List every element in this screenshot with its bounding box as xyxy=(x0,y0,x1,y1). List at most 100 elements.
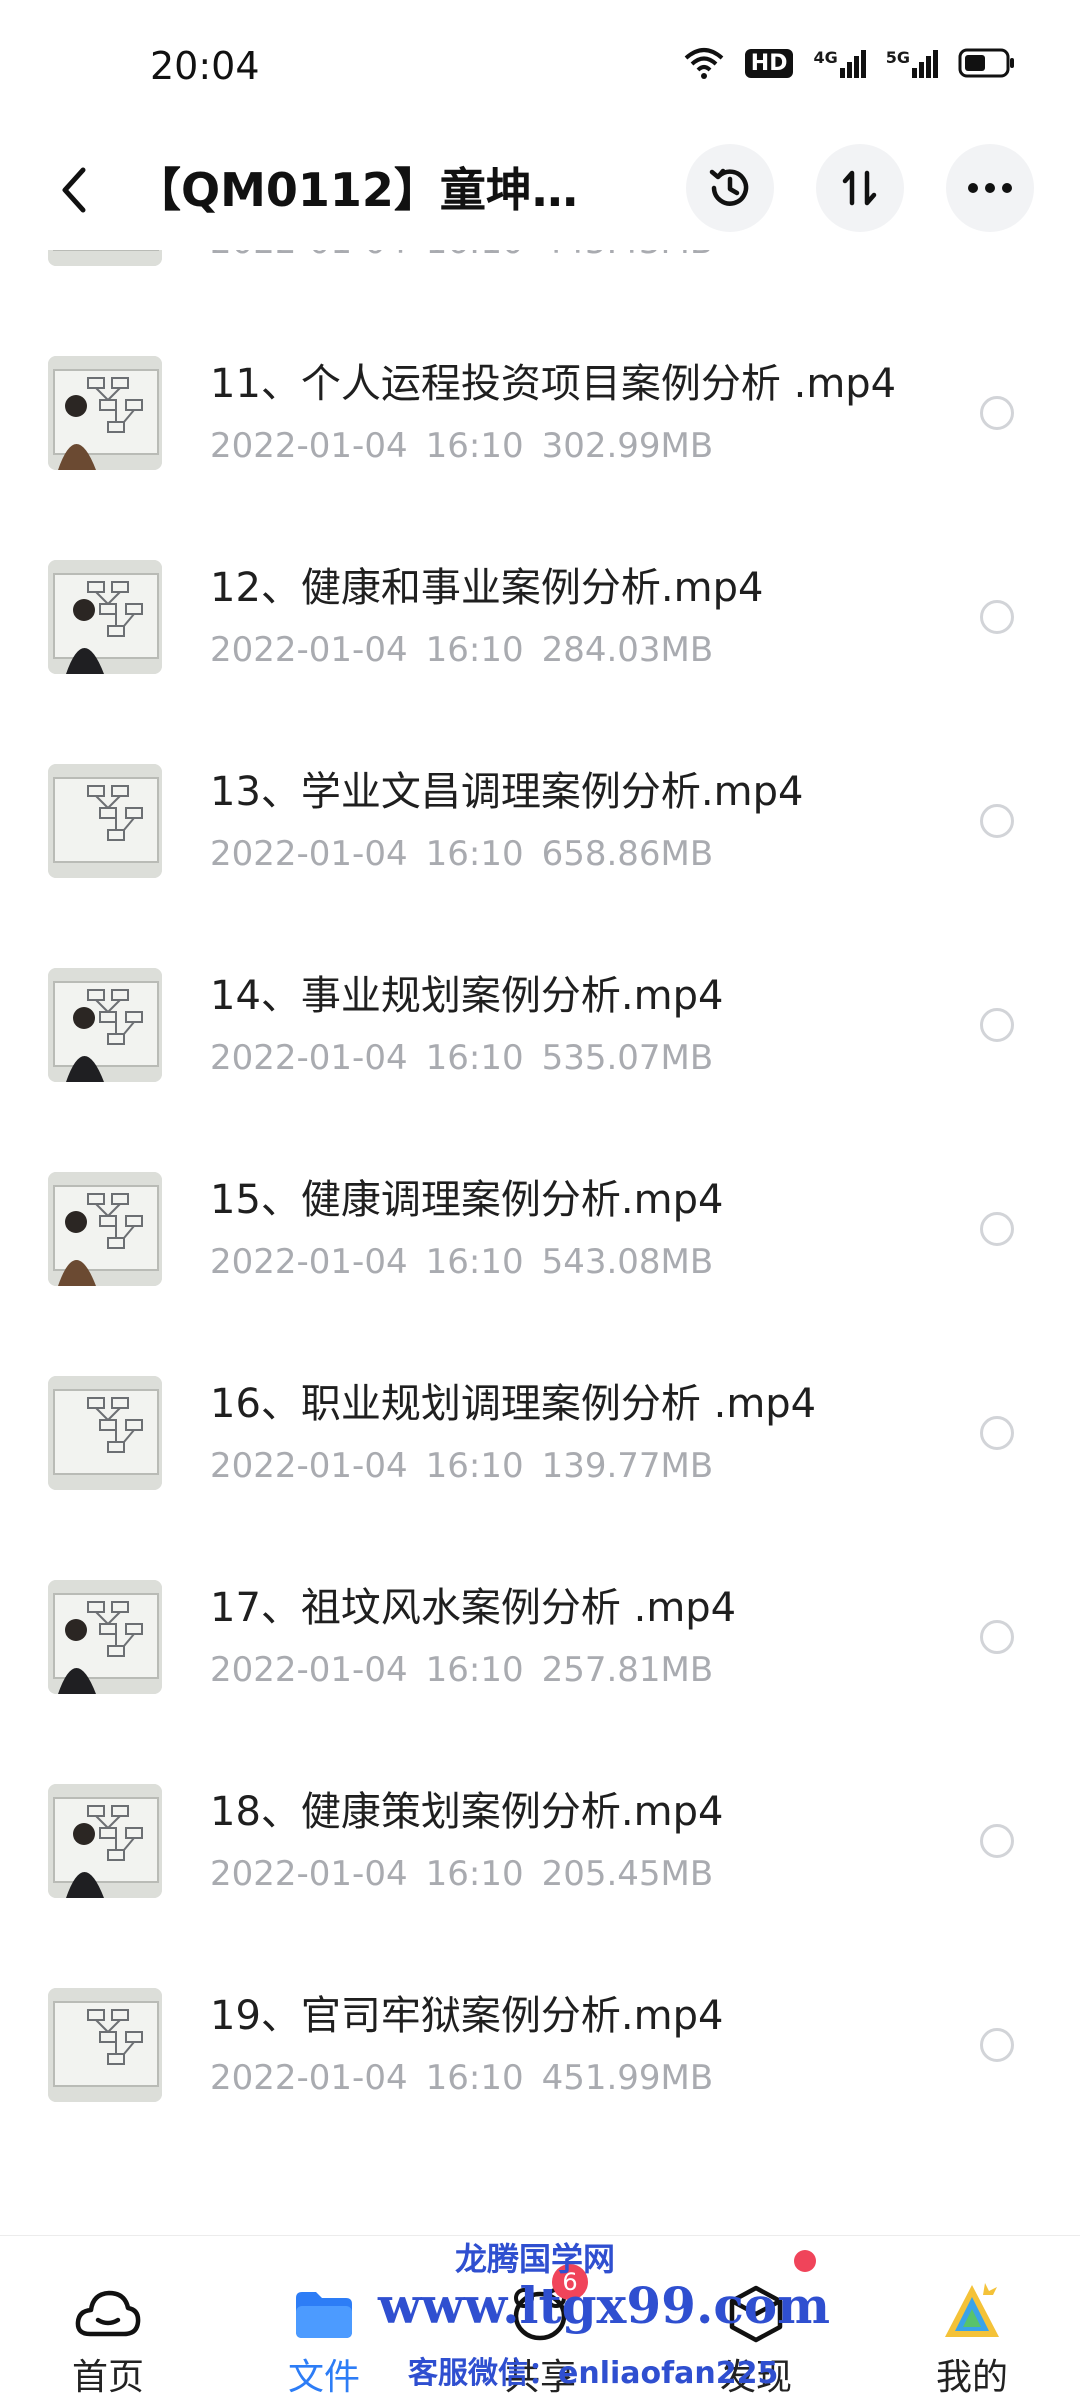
file-row[interactable]: 13、学业文昌调理案例分析.mp4 2022-01-04 16:10 658.86MB xyxy=(0,718,1080,922)
file-time: 16:10 xyxy=(425,834,524,874)
file-size: 257.81MB xyxy=(541,1650,714,1690)
file-list[interactable]: 析.mp42022-01-0416:10445.43MB11、个人运程投资项目案… xyxy=(0,250,1080,2235)
video-thumbnail xyxy=(48,1376,162,1490)
file-date: 2022-01-04 xyxy=(210,426,408,466)
file-row[interactable]: 15、健康调理案例分析.mp4 2022-01-04 16:10 543.08MB xyxy=(0,1126,1080,1330)
file-time: 16:10 xyxy=(425,630,524,670)
file-name: 15、健康调理案例分析.mp4 xyxy=(210,1177,724,1223)
file-row[interactable]: 11、个人运程投资项目案例分析 .mp4 2022-01-04 16:10 302.9… xyxy=(0,310,1080,514)
sort-button[interactable] xyxy=(816,144,904,232)
file-size: 445.43MB xyxy=(542,250,714,262)
file-name: 18、健康策划案例分析.mp4 xyxy=(210,1789,724,1835)
file-date: 2022-01-04 xyxy=(210,1242,408,1282)
nav-files[interactable]: 文件 xyxy=(216,2236,432,2400)
file-size: 302.99MB xyxy=(541,426,714,466)
file-meta: 2022-01-04 16:10 543.08MB xyxy=(210,1240,731,1284)
file-time: 16:10 xyxy=(425,426,524,466)
video-thumbnail xyxy=(48,764,162,878)
file-row[interactable]: 14、事业规划案例分析.mp4 2022-01-04 16:10 535.07MB xyxy=(0,922,1080,1126)
net2-label: 5G xyxy=(885,48,910,67)
file-time: 16:10 xyxy=(425,1446,524,1486)
video-thumbnail xyxy=(48,1988,162,2102)
status-time: 20:04 xyxy=(150,44,260,88)
file-meta: 2022-01-04 16:10 205.45MB xyxy=(210,1852,731,1896)
file-date: 2022-01-04 xyxy=(210,1854,408,1894)
file-size: 139.77MB xyxy=(541,1446,714,1486)
file-date: 2022-01-04 xyxy=(210,250,408,262)
file-date: 2022-01-04 xyxy=(210,834,408,874)
nav-home[interactable]: 首页 xyxy=(0,2236,216,2400)
status-icons: HD 4G 5G xyxy=(683,46,1016,80)
nav-me-label: 我的 xyxy=(935,2357,1008,2398)
select-radio[interactable] xyxy=(980,396,1014,430)
bottom-nav: 首页 文件 6 共享 发现 我的 xyxy=(0,2235,1080,2400)
file-row[interactable]: 19、官司牢狱案例分析.mp4 2022-01-04 16:10 451.99MB xyxy=(0,1942,1080,2146)
signal-5g-icon: 5G xyxy=(886,48,938,78)
file-meta: 2022-01-04 16:10 535.07MB xyxy=(210,1036,731,1080)
file-time: 16:10 xyxy=(425,1650,524,1690)
discover-badge-dot xyxy=(794,2250,816,2272)
file-time: 16:10 xyxy=(425,1242,524,1282)
file-name: 12、健康和事业案例分析.mp4 xyxy=(210,565,764,611)
file-meta: 2022-01-04 16:10 302.99MB xyxy=(210,424,731,468)
wifi-icon xyxy=(683,46,725,80)
nav-discover-label: 发现 xyxy=(719,2357,792,2398)
file-time: 16:10 xyxy=(425,1038,524,1078)
battery-icon xyxy=(958,48,1016,78)
back-button[interactable] xyxy=(44,158,104,222)
history-button[interactable] xyxy=(686,144,774,232)
avatar-icon xyxy=(934,2276,1010,2352)
file-time: 16:10 xyxy=(425,2058,524,2098)
more-icon xyxy=(968,183,1012,193)
select-radio[interactable] xyxy=(980,2028,1014,2062)
file-name: 14、事业规划案例分析.mp4 xyxy=(210,973,724,1019)
video-thumbnail xyxy=(48,1580,162,1694)
file-row[interactable]: 18、健康策划案例分析.mp4 2022-01-04 16:10 205.45MB xyxy=(0,1738,1080,1942)
nav-discover[interactable]: 发现 xyxy=(648,2236,864,2400)
discover-icon xyxy=(718,2276,794,2352)
select-radio[interactable] xyxy=(980,1008,1014,1042)
file-meta: 2022-01-04 16:10 139.77MB xyxy=(210,1444,731,1488)
file-name: 17、祖坟风水案例分析 .mp4 xyxy=(210,1585,737,1631)
video-thumbnail xyxy=(48,560,162,674)
file-row[interactable]: 12、健康和事业案例分析.mp4 2022-01-04 16:10 284.03MB xyxy=(0,514,1080,718)
page-title: 【QM0112】童坤元… xyxy=(135,163,605,217)
file-meta: 2022-01-04 16:10 257.81MB xyxy=(210,1648,731,1692)
file-row[interactable]: 析.mp42022-01-0416:10445.43MB xyxy=(0,250,1080,310)
select-radio[interactable] xyxy=(980,804,1014,838)
file-time: 16:10 xyxy=(425,1854,524,1894)
file-meta: 2022-01-04 16:10 658.86MB xyxy=(210,832,731,876)
file-size: 658.86MB xyxy=(541,834,714,874)
nav-me[interactable]: 我的 xyxy=(864,2236,1080,2400)
nav-home-label: 首页 xyxy=(71,2357,144,2398)
nav-share[interactable]: 6 共享 xyxy=(432,2236,648,2400)
back-icon xyxy=(62,167,86,213)
share-badge: 6 xyxy=(552,2264,588,2300)
folder-icon xyxy=(286,2276,362,2352)
file-size: 205.45MB xyxy=(541,1854,714,1894)
file-meta: 2022-01-04 16:10 445.43MB xyxy=(210,250,731,264)
select-radio[interactable] xyxy=(980,1620,1014,1654)
file-date: 2022-01-04 xyxy=(210,2058,408,2098)
more-button[interactable] xyxy=(946,144,1034,232)
file-meta: 2022-01-04 16:10 284.03MB xyxy=(210,628,731,672)
file-row[interactable]: 17、祖坟风水案例分析 .mp4 2022-01-04 16:10 257.81MB xyxy=(0,1534,1080,1738)
file-name: 19、官司牢狱案例分析.mp4 xyxy=(210,1993,724,2039)
file-time: 16:10 xyxy=(426,250,524,262)
cloud-icon xyxy=(70,2276,146,2352)
nav-files-label: 文件 xyxy=(287,2357,360,2398)
history-icon xyxy=(709,168,749,206)
header: 【QM0112】童坤元… xyxy=(0,130,1080,250)
video-thumbnail xyxy=(48,1784,162,1898)
select-radio[interactable] xyxy=(980,600,1014,634)
status-bar: 20:04 HD 4G 5G xyxy=(0,0,1080,120)
hd-icon: HD xyxy=(744,48,794,78)
select-radio[interactable] xyxy=(980,1416,1014,1450)
select-radio[interactable] xyxy=(980,1824,1014,1858)
file-name: 13、学业文昌调理案例分析.mp4 xyxy=(210,769,804,815)
file-date: 2022-01-04 xyxy=(210,1650,408,1690)
video-thumbnail xyxy=(48,356,162,470)
select-radio[interactable] xyxy=(980,1212,1014,1246)
file-name: 11、个人运程投资项目案例分析 .mp4 xyxy=(210,361,897,407)
file-row[interactable]: 16、职业规划调理案例分析 .mp4 2022-01-04 16:10 139.77M… xyxy=(0,1330,1080,1534)
